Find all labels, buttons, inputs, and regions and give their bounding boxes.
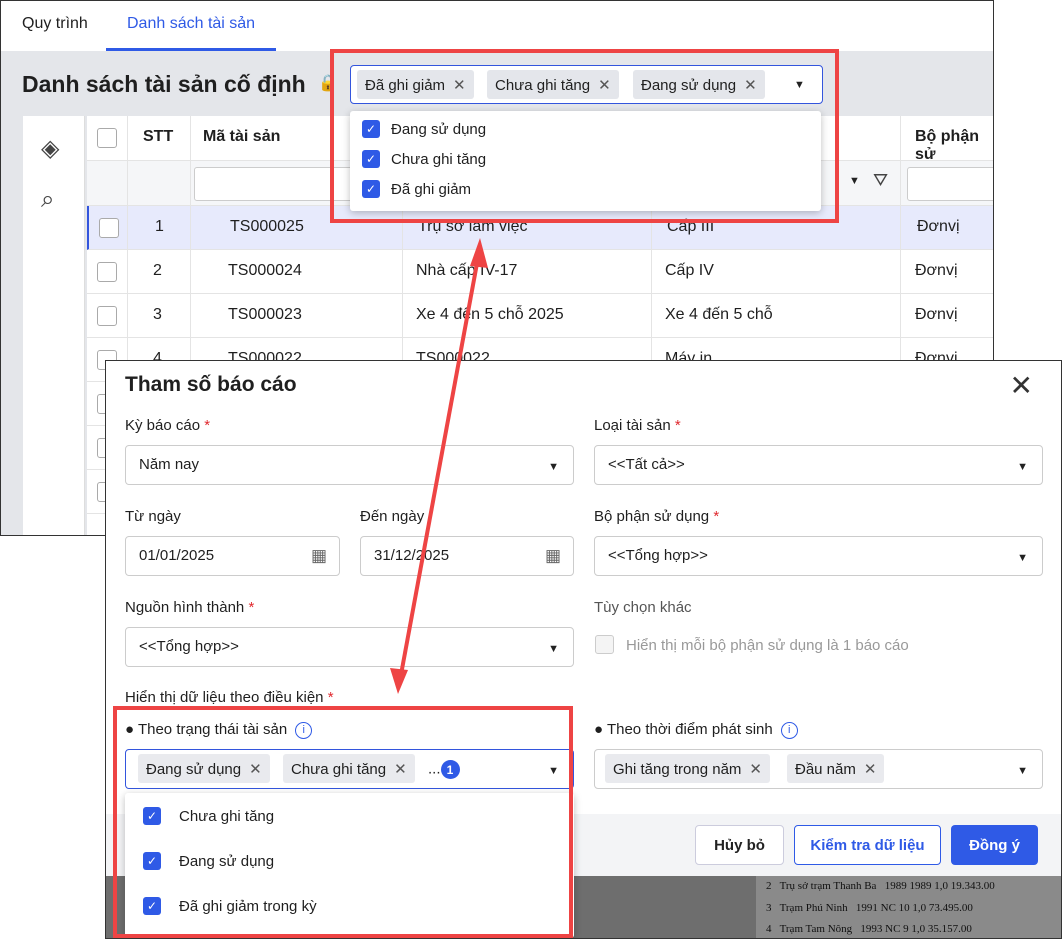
- annotation-double-arrow: [390, 238, 488, 694]
